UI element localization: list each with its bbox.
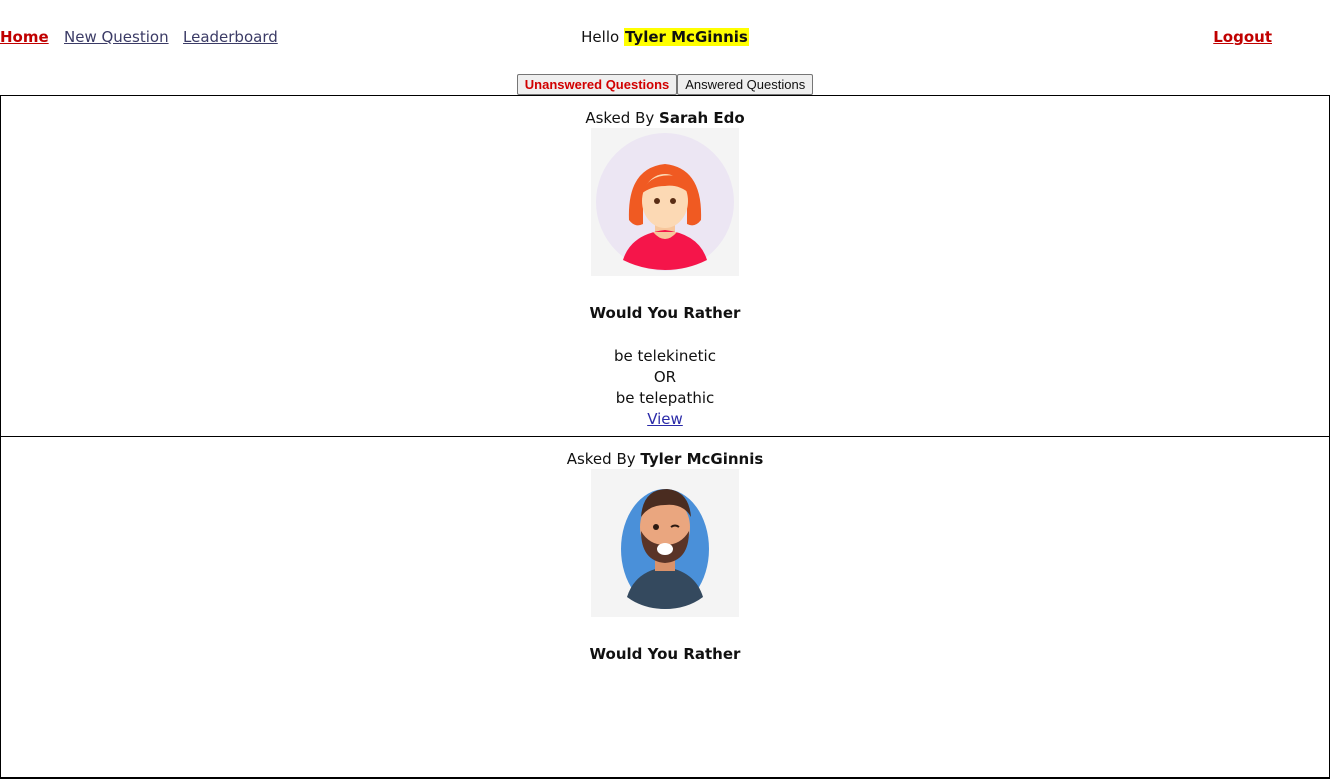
asked-by-line: Asked By Sarah Edo: [1, 96, 1329, 128]
asked-by-label: Asked By: [585, 109, 655, 127]
current-user-name: Tyler McGinnis: [623, 28, 749, 46]
question-heading: Would You Rather: [589, 304, 741, 322]
option-one: be telekinetic: [614, 347, 716, 365]
question-author: Sarah Edo: [659, 109, 745, 127]
question-card: Asked By Tyler McGinnis Would You Rather: [0, 436, 1330, 779]
woman-avatar-icon: [591, 128, 739, 276]
question-tabs: Unanswered Questions Answered Questions: [0, 74, 1330, 95]
or-separator: OR: [653, 368, 677, 386]
asked-by-line: Asked By Tyler McGinnis: [1, 437, 1329, 469]
bearded-man-avatar-icon: [591, 469, 739, 617]
option-two: be telepathic: [615, 389, 715, 407]
tab-answered-questions[interactable]: Answered Questions: [677, 74, 814, 95]
logout-link[interactable]: Logout: [1213, 28, 1272, 46]
question-card: Asked By Sarah Edo Would You Rather be t…: [0, 95, 1330, 436]
greeting: Hello Tyler McGinnis: [0, 28, 1330, 46]
greeting-text: Hello: [581, 28, 620, 46]
question-list: Asked By Sarah Edo Would You Rather be t…: [0, 95, 1330, 779]
question-author: Tyler McGinnis: [640, 450, 764, 468]
view-question-link[interactable]: View: [647, 410, 683, 428]
tab-unanswered-questions[interactable]: Unanswered Questions: [516, 74, 678, 95]
question-heading: Would You Rather: [589, 645, 741, 663]
asked-by-label: Asked By: [566, 450, 636, 468]
top-nav: Home New Question Leaderboard Hello Tyle…: [0, 0, 1330, 70]
